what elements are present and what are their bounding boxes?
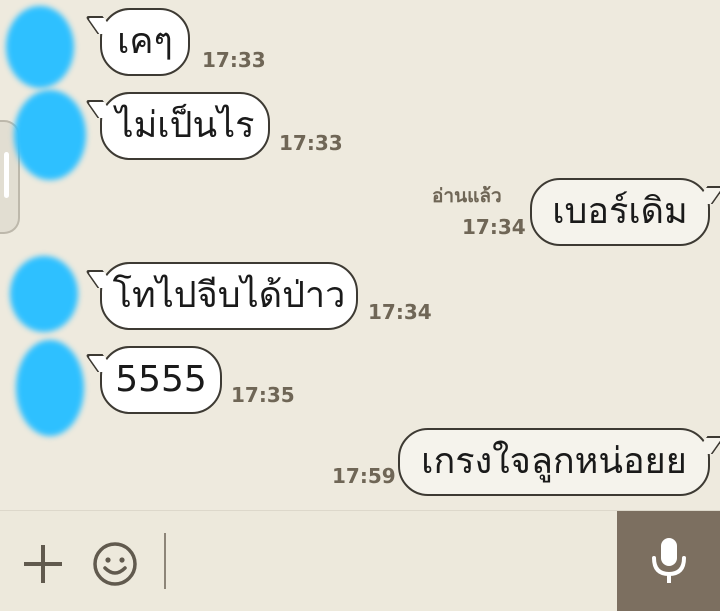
message-timestamp: 17:34 xyxy=(368,300,432,324)
text-cursor-divider xyxy=(164,533,166,589)
message-bubble-incoming[interactable]: 5555 xyxy=(84,346,222,414)
message-bubble-incoming[interactable]: เคๆ xyxy=(84,8,190,76)
read-receipt: อ่านแล้ว xyxy=(432,185,502,207)
sender-avatar[interactable] xyxy=(14,90,86,180)
input-bar xyxy=(0,510,720,611)
message-timestamp: 17:35 xyxy=(231,383,295,407)
bubble-tail xyxy=(694,436,720,454)
message-text: เบอร์เดิม xyxy=(552,191,688,232)
bubble-tail xyxy=(84,270,116,288)
message-text: ไม่เป็นไร xyxy=(115,105,255,146)
sender-avatar[interactable] xyxy=(6,6,74,88)
message-text: โทไปจีบได้ป่าว xyxy=(112,275,346,316)
message-text: เกรงใจลูกหน่อยย xyxy=(421,441,687,482)
sender-avatar[interactable] xyxy=(16,340,84,436)
chat-area[interactable]: เคๆ 17:33 ไม่เป็นไร 17:33 อ่านแล้ว 17:34… xyxy=(0,0,720,510)
message-timestamp: 17:33 xyxy=(279,131,343,155)
microphone-icon xyxy=(651,538,686,583)
bubble-tail xyxy=(84,354,116,372)
message-bubble-incoming[interactable]: โทไปจีบได้ป่าว xyxy=(84,262,358,330)
message-timestamp: 17:33 xyxy=(202,48,266,72)
message-timestamp: 17:59 xyxy=(332,464,396,488)
emoji-icon[interactable] xyxy=(92,541,138,587)
message-text: เคๆ xyxy=(117,21,173,62)
message-bubble-incoming[interactable]: ไม่เป็นไร xyxy=(84,92,270,160)
message-bubble-outgoing[interactable]: เบอร์เดิม xyxy=(530,178,720,246)
plus-icon[interactable] xyxy=(22,543,64,585)
bubble-tail xyxy=(84,100,116,118)
drawer-grip-icon xyxy=(4,152,9,198)
bubble-tail xyxy=(694,186,720,204)
message-timestamp: 17:34 xyxy=(462,215,526,239)
message-text: 5555 xyxy=(115,359,207,400)
voice-message-button[interactable] xyxy=(617,511,720,611)
bubble-tail xyxy=(84,16,116,34)
message-bubble-outgoing[interactable]: เกรงใจลูกหน่อยย xyxy=(398,428,720,496)
sender-avatar[interactable] xyxy=(10,256,78,332)
